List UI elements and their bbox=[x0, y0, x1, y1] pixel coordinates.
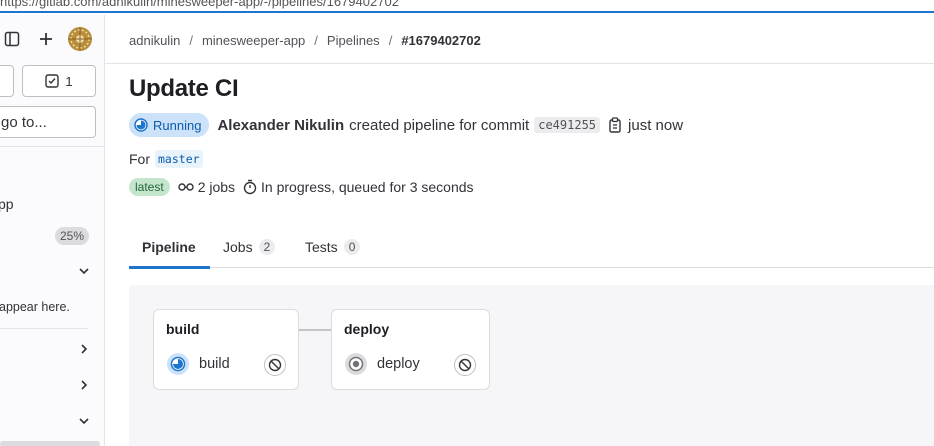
status-label: Running bbox=[153, 117, 202, 133]
pipeline-duration: In progress, queued for 3 seconds bbox=[243, 179, 474, 195]
status-created-icon bbox=[345, 353, 367, 375]
sidebar-toggle-icon[interactable] bbox=[0, 25, 26, 53]
breadcrumb-current[interactable]: #1679402702 bbox=[401, 33, 481, 48]
chevron-down-icon[interactable] bbox=[77, 414, 91, 428]
stage-build: build build bbox=[153, 309, 299, 390]
sidebar-search-label: go to... bbox=[1, 113, 47, 131]
latest-badge: latest bbox=[129, 178, 170, 196]
timer-icon bbox=[243, 179, 257, 195]
sidebar-progress-badge: 25% bbox=[55, 227, 90, 245]
breadcrumb: adnikulin / minesweeper-app / Pipelines … bbox=[129, 33, 481, 48]
browser-url-text: https://gitlab.com/adnikulin/minesweeper… bbox=[0, 0, 399, 9]
todo-checkbox-icon bbox=[45, 74, 60, 88]
browser-url-bar[interactable]: https://gitlab.com/adnikulin/minesweeper… bbox=[0, 0, 934, 13]
header-divider bbox=[105, 63, 934, 64]
breadcrumb-item[interactable]: minesweeper-app bbox=[202, 33, 305, 48]
stage-title: deploy bbox=[344, 321, 390, 337]
breadcrumb-separator: / bbox=[314, 33, 318, 48]
status-running-icon bbox=[134, 118, 148, 132]
pipeline-meta-row: latest 2 jobs In progress, queued for 3 … bbox=[129, 178, 474, 196]
progress-text: In progress, queued for 3 seconds bbox=[261, 179, 474, 195]
tab-count-badge: 0 bbox=[343, 239, 361, 255]
tab-pipeline[interactable]: Pipeline bbox=[142, 226, 196, 268]
jobs-count-text: 2 jobs bbox=[197, 179, 236, 195]
created-text: created pipeline for commit bbox=[349, 116, 530, 134]
sidebar-active-item[interactable] bbox=[0, 441, 100, 446]
pipeline-ref-row: For master bbox=[129, 150, 203, 168]
pipeline-status-row: Running Alexander Nikulin created pipeli… bbox=[129, 113, 683, 137]
status-badge[interactable]: Running bbox=[129, 113, 210, 137]
sidebar: 1 go to... pp 25% appear here. bbox=[0, 15, 105, 446]
tab-label: Pipeline bbox=[142, 239, 196, 255]
pipeline-tabs: Pipeline Jobs 2 Tests 0 bbox=[129, 226, 934, 269]
stage-deploy: deploy deploy bbox=[331, 309, 490, 390]
cancel-icon[interactable] bbox=[454, 354, 476, 376]
tab-label: Jobs bbox=[223, 239, 253, 255]
chevron-right-icon[interactable] bbox=[77, 378, 91, 392]
created-time: just now bbox=[628, 116, 684, 134]
breadcrumb-separator: / bbox=[189, 33, 193, 48]
sidebar-divider bbox=[0, 146, 104, 147]
breadcrumb-item[interactable]: Pipelines bbox=[327, 33, 380, 48]
todo-count: 1 bbox=[65, 73, 73, 89]
tab-count-badge: 2 bbox=[258, 239, 276, 255]
pipeline-graph: build build deploy deploy bbox=[129, 285, 934, 446]
active-tab-indicator bbox=[129, 266, 210, 269]
chevron-right-icon[interactable] bbox=[77, 342, 91, 356]
sidebar-project-name[interactable]: pp bbox=[0, 196, 14, 212]
commit-sha[interactable]: ce491255 bbox=[534, 117, 601, 133]
jobs-count: 2 jobs bbox=[177, 179, 236, 195]
tab-label: Tests bbox=[305, 239, 338, 255]
breadcrumb-item[interactable]: adnikulin bbox=[129, 33, 180, 48]
sidebar-empty-hint: appear here. bbox=[0, 300, 70, 314]
job-build[interactable]: build bbox=[166, 352, 230, 376]
copy-icon[interactable] bbox=[608, 117, 622, 133]
chevron-down-icon[interactable] bbox=[77, 264, 91, 278]
for-label: For bbox=[129, 151, 150, 167]
breadcrumb-separator: / bbox=[388, 33, 393, 48]
user-avatar[interactable] bbox=[66, 25, 94, 53]
tab-tests[interactable]: Tests 0 bbox=[305, 226, 361, 268]
sidebar-todo-button[interactable]: 1 bbox=[22, 65, 96, 97]
job-deploy[interactable]: deploy bbox=[344, 352, 420, 376]
sidebar-issues-button[interactable] bbox=[0, 65, 14, 97]
status-running-icon bbox=[167, 353, 189, 375]
sidebar-top-bar bbox=[0, 25, 104, 57]
stage-title: build bbox=[166, 321, 200, 337]
pipeline-icon bbox=[177, 183, 194, 191]
job-name: build bbox=[199, 356, 230, 372]
stage-connector bbox=[299, 329, 332, 331]
author-link[interactable]: Alexander Nikulin bbox=[217, 117, 344, 134]
page-title: Update CI bbox=[129, 75, 239, 102]
job-name: deploy bbox=[377, 356, 420, 372]
sidebar-search-button[interactable]: go to... bbox=[0, 106, 96, 138]
tab-jobs[interactable]: Jobs 2 bbox=[223, 226, 276, 268]
sidebar-divider bbox=[0, 328, 88, 329]
plus-icon[interactable] bbox=[32, 25, 60, 53]
cancel-icon[interactable] bbox=[264, 354, 286, 376]
branch-link[interactable]: master bbox=[155, 150, 203, 168]
